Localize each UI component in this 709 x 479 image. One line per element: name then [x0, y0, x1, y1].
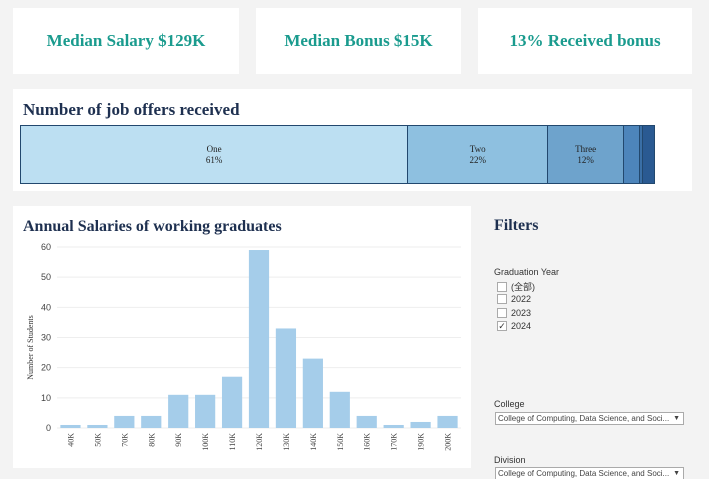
x-tick-label: 70K: [120, 433, 129, 447]
checkbox-all[interactable]: [497, 281, 507, 292]
y-axis-label: Number of Students: [26, 315, 35, 379]
bar-140K: [302, 358, 323, 428]
bar-50K: [87, 424, 108, 428]
salary-histogram: 0 10 20 30 40 50 60 Number of Students 40K 50K 70K…: [26, 242, 461, 451]
y-tick-label: 50: [41, 272, 51, 282]
filter-option-2024-label: 2024: [511, 321, 532, 331]
bar-130K: [275, 328, 297, 428]
kpi-received-bonus-text: 13% Received bonus: [509, 31, 661, 50]
chevron-down-icon: ▼: [673, 415, 680, 422]
x-tick-label: 150K: [336, 433, 345, 451]
filter-option-2023[interactable]: 2023: [497, 308, 531, 318]
bar-80K: [141, 415, 162, 428]
kpi-median-salary-text: Median Salary $129K: [46, 31, 206, 50]
offers-segment-label: One: [206, 143, 222, 154]
y-tick-label: 60: [41, 242, 51, 252]
checkbox-2023[interactable]: [497, 308, 507, 318]
offers-segment-percent: 61%: [205, 154, 223, 165]
y-tick-label: 30: [41, 333, 51, 343]
x-tick-label: 140K: [309, 433, 318, 451]
offers-segment-one[interactable]: One 61%: [20, 125, 408, 184]
college-dropdown-value: College of Computing, Data Science, and …: [498, 414, 670, 423]
y-tick-label: 40: [41, 302, 51, 312]
x-tick-label: 170K: [390, 433, 399, 451]
x-tick-label: 40K: [66, 433, 75, 447]
college-dropdown[interactable]: College of Computing, Data Science, and …: [495, 412, 684, 425]
division-dropdown-value: College of Computing, Data Science, and …: [498, 469, 670, 478]
x-tick-label: 120K: [255, 433, 264, 451]
offers-segment-percent: 22%: [469, 154, 486, 165]
filter-option-2023-label: 2023: [511, 308, 532, 318]
division-dropdown[interactable]: College of Computing, Data Science, and …: [495, 467, 684, 479]
filter-option-2022-label: 2022: [511, 294, 532, 304]
kpi-median-bonus-text: Median Bonus $15K: [284, 31, 433, 50]
y-tick-label: 20: [41, 363, 51, 373]
job-offers-panel: Number of job offers received One 61% Two 2…: [13, 89, 692, 191]
x-tick-label: 110K: [228, 433, 237, 451]
x-tick-label: 160K: [363, 433, 372, 451]
job-offers-bar: One 61% Two 22% Three 12%: [20, 125, 655, 184]
x-tick-label: 200K: [444, 433, 453, 451]
checkbox-2024[interactable]: ✓: [497, 321, 507, 331]
bar-190K: [410, 421, 431, 428]
x-tick-label: 50K: [93, 433, 102, 447]
salary-chart-panel: Annual Salaries of working graduates 0 10…: [13, 206, 471, 468]
offers-segment-label: Three: [575, 143, 597, 154]
division-label: Division: [494, 455, 526, 465]
bar-170K: [383, 424, 404, 428]
kpi-median-salary: Median Salary $129K: [13, 8, 239, 74]
bar-40K: [60, 424, 81, 428]
y-tick-label: 10: [41, 393, 51, 403]
x-tick-label: 90K: [174, 433, 183, 447]
college-label: College: [494, 399, 525, 409]
filters-title: Filters: [494, 217, 539, 234]
bar-150K: [329, 391, 350, 428]
x-tick-label: 80K: [147, 433, 156, 447]
offers-segment-other-5[interactable]: [642, 125, 655, 184]
bar-90K: [168, 394, 189, 428]
job-offers-title: Number of job offers received: [23, 100, 240, 119]
offers-segment-percent: 12%: [577, 154, 594, 165]
bar-110K: [221, 376, 243, 428]
graduation-year-label: Graduation Year: [494, 267, 560, 277]
x-tick-label: 190K: [417, 433, 426, 451]
bar-120K: [248, 250, 270, 428]
filter-option-all-label: (全部): [511, 282, 535, 292]
filter-option-2022[interactable]: 2022: [497, 294, 531, 304]
offers-segment-two[interactable]: Two 22%: [407, 125, 548, 184]
bar-100K: [195, 394, 216, 428]
bar-200K: [437, 415, 458, 428]
kpi-median-bonus: Median Bonus $15K: [256, 8, 461, 74]
checkbox-2022[interactable]: [497, 294, 507, 304]
x-tick-label: 130K: [282, 433, 291, 451]
kpi-received-bonus: 13% Received bonus: [478, 8, 692, 74]
x-tick-label: 100K: [201, 433, 210, 451]
filter-option-all[interactable]: (全部): [497, 280, 535, 293]
chevron-down-icon: ▼: [673, 470, 680, 477]
bar-70K: [114, 415, 135, 428]
offers-segment-three[interactable]: Three 12%: [547, 125, 624, 184]
bar-160K: [356, 415, 377, 428]
filter-option-2024[interactable]: ✓ 2024: [497, 321, 531, 331]
y-tick-label: 0: [46, 423, 51, 433]
offers-segment-other-3[interactable]: [623, 125, 640, 184]
offers-segment-label: Two: [469, 143, 486, 154]
